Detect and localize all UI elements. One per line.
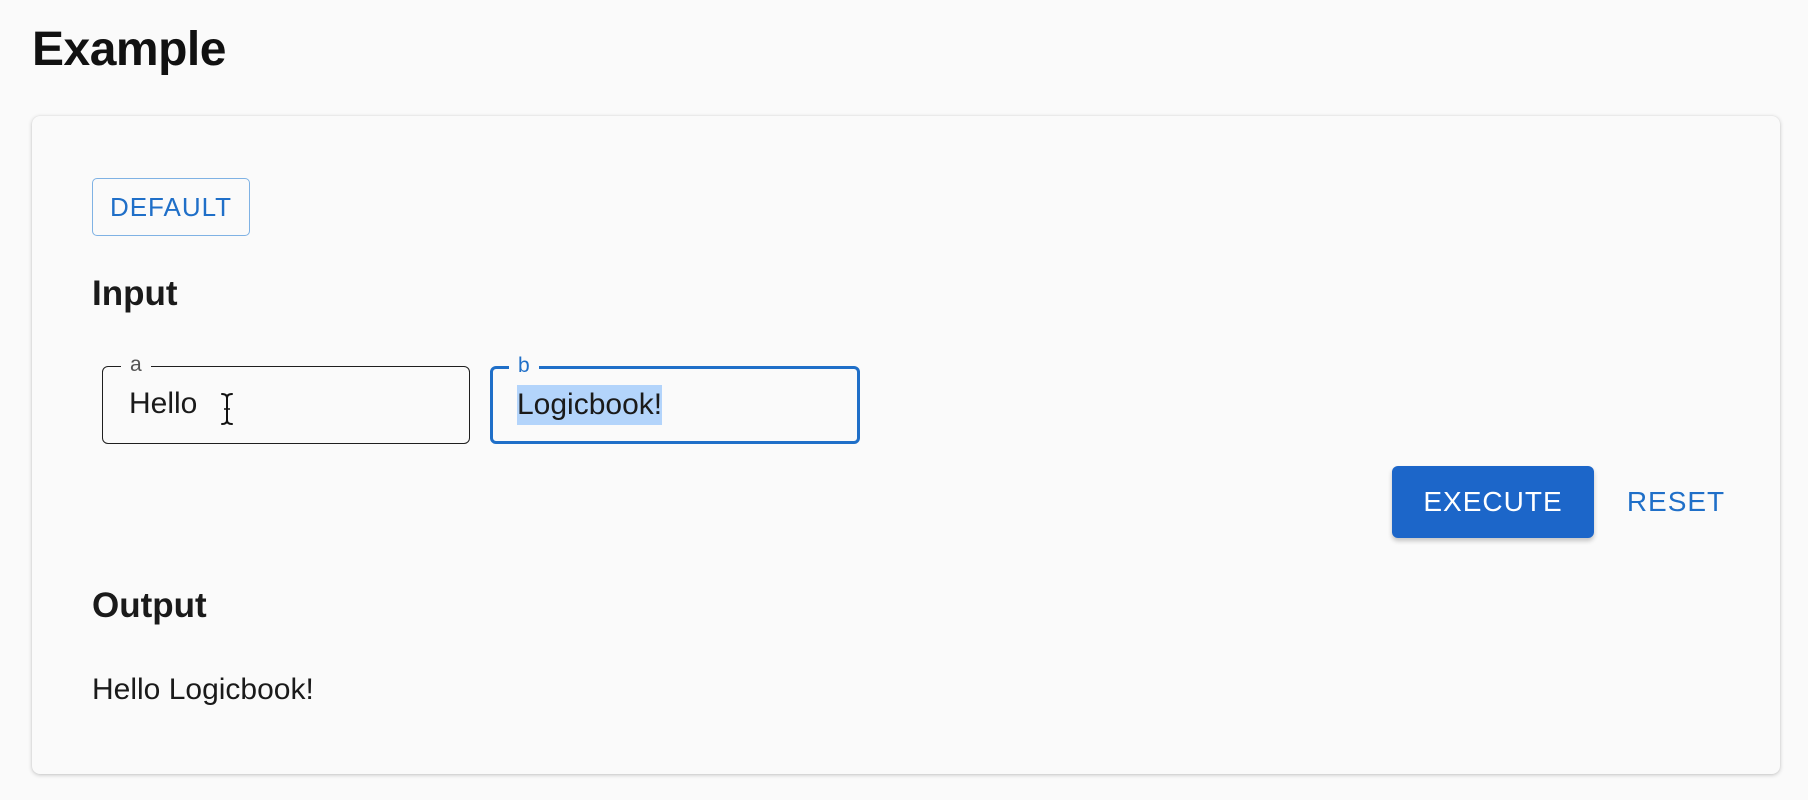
field-b-label: b [509,354,539,378]
example-card: DEFAULT Input a b Logicbook! EXECUTE RES… [32,116,1780,774]
output-text: Hello Logicbook! [92,673,314,706]
field-b-selected-value[interactable]: Logicbook! [517,385,663,425]
input-heading: Input [92,274,178,313]
default-button[interactable]: DEFAULT [92,178,250,236]
page-title: Example [32,23,226,76]
output-heading: Output [92,586,207,625]
text-cursor-icon [221,393,233,425]
execute-button[interactable]: EXECUTE [1392,466,1594,538]
field-a-input[interactable] [129,385,429,423]
field-a-label: a [121,353,151,377]
reset-button[interactable]: RESET [1610,466,1742,538]
field-a[interactable]: a [102,353,470,444]
field-b[interactable]: b Logicbook! [490,354,860,444]
